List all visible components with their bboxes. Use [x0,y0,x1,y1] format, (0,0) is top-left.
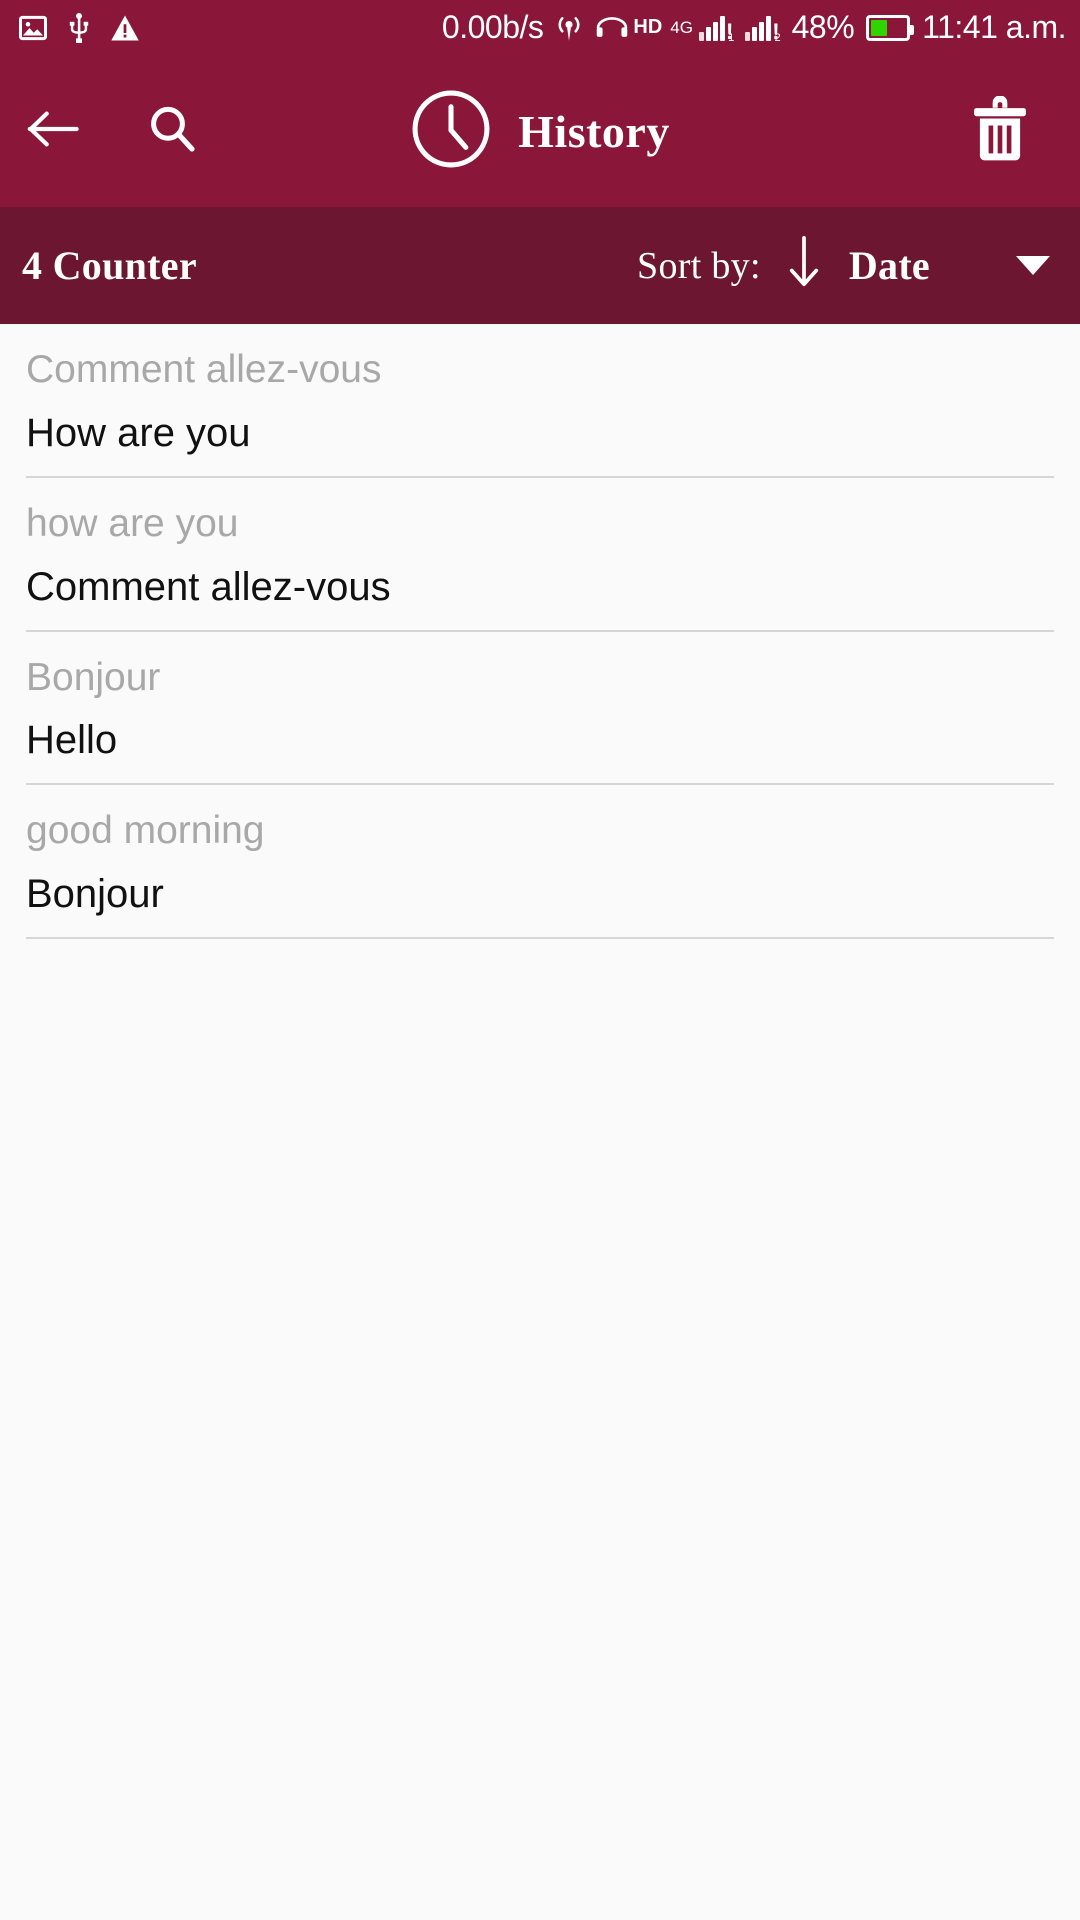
network-type-label: 4G [670,17,693,37]
image-icon [18,13,48,43]
app-bar: History [0,55,1080,207]
battery-percent-label: 48% [791,9,855,45]
usb-icon [66,12,92,43]
search-button[interactable] [126,85,218,177]
back-arrow-icon [26,108,82,155]
history-list-item[interactable]: Comment allez-vous How are you [0,324,1080,478]
delete-history-button[interactable] [954,85,1046,177]
caret-down-icon[interactable] [1016,256,1050,275]
sim2-label: 2 [774,31,781,44]
history-list-item[interactable]: good morning Bonjour [0,785,1080,939]
network-speed-label: 0.00b/s [441,9,544,45]
battery-icon [866,14,915,41]
sort-by-label: Sort by: [637,244,761,287]
sort-control[interactable]: Sort by: Date [637,236,1050,295]
hd-label: HD [633,16,663,38]
sim1-label: 1 [728,31,735,44]
history-source-text: Comment allez-vous [26,348,382,391]
status-bar-left-icons [18,12,140,43]
search-icon [146,103,198,160]
signal-bars-sim2-icon: ! 2 [745,15,781,44]
clock-time-label: 11:41 a.m. [922,9,1066,45]
sort-value-label[interactable]: Date [849,242,930,289]
clock-icon [410,88,492,175]
history-target-text: Hello [26,718,118,763]
list-divider [26,937,1054,939]
arrow-down-icon[interactable] [787,236,821,295]
trash-icon [971,94,1029,167]
status-bar-right-icons: 0.00b/s HD 4G ! 1 ! 2 48% 11:41 a.m. [441,9,1067,46]
history-list: Comment allez-vous How are you how are y… [0,324,1080,939]
history-source-text: good morning [26,809,265,853]
page-title: History [518,105,670,157]
warning-icon [110,14,140,42]
history-list-item[interactable]: Bonjour Hello [0,632,1080,786]
history-target-text: Comment allez-vous [26,564,391,609]
history-source-text: how are you [26,501,239,545]
hd-voice-icon [595,14,629,42]
history-target-text: How are you [26,410,251,455]
history-source-text: Bonjour [26,655,161,699]
history-counter-label: 4 Counter [22,243,197,288]
hotspot-icon [555,13,583,43]
signal-bars-sim1-icon: ! 1 [698,15,735,44]
sort-bar: 4 Counter Sort by: Date [0,207,1080,324]
history-list-item[interactable]: how are you Comment allez-vous [0,478,1080,632]
back-button[interactable] [8,85,100,177]
status-bar: 0.00b/s HD 4G ! 1 ! 2 48% 11:41 a.m. [0,0,1080,55]
history-target-text: Bonjour [26,872,164,916]
